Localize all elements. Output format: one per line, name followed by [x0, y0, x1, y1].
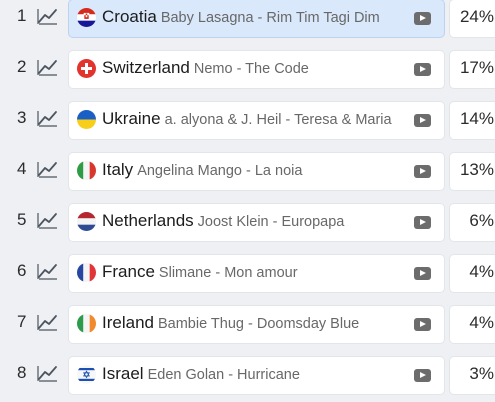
trend-chart-icon[interactable] — [37, 364, 59, 382]
artist-song: Eden Golan - Hurricane — [147, 367, 300, 383]
entry-label: Switzerland Nemo - The Code — [102, 58, 396, 78]
video-play-icon[interactable] — [414, 12, 431, 25]
country-name: Netherlands — [102, 211, 194, 230]
artist-song: Baby Lasagna - Rim Tim Tagi Dim — [160, 10, 380, 26]
rank-number: 6 — [17, 261, 27, 280]
trend-chart-icon[interactable] — [37, 58, 59, 76]
italy-flag-icon — [77, 161, 96, 180]
video-play-icon[interactable] — [414, 165, 431, 178]
croatia-flag-icon — [77, 8, 96, 27]
rank-number: 4 — [17, 159, 27, 178]
ireland-flag-icon — [77, 314, 96, 333]
percent-box: 3% — [450, 357, 495, 394]
netherlands-flag-icon — [77, 212, 96, 231]
percent-box: 6% — [450, 204, 495, 241]
video-play-icon[interactable] — [414, 267, 431, 280]
entry-label: Italy Angelina Mango - La noia — [102, 160, 396, 180]
percent-box: 4% — [450, 255, 495, 292]
country-name: Ukraine — [102, 109, 161, 128]
video-play-icon[interactable] — [414, 63, 431, 76]
country-entry-card[interactable]: Croatia Baby Lasagna - Rim Tim Tagi Dim — [69, 0, 444, 37]
country-name: Ireland — [102, 313, 154, 332]
entry-label: Netherlands Joost Klein - Europapa — [102, 211, 396, 231]
percent-box: 13% — [450, 153, 495, 190]
country-entry-card[interactable]: Italy Angelina Mango - La noia — [69, 153, 444, 190]
artist-song: Nemo - The Code — [193, 61, 309, 77]
trend-chart-icon[interactable] — [37, 313, 59, 331]
artist-song: Joost Klein - Europapa — [197, 214, 345, 230]
trend-chart-icon[interactable] — [37, 211, 59, 229]
win-percent: 24% — [459, 7, 494, 26]
odds-row: 8 Israel Eden Golan - Hurricane 3% — [0, 357, 495, 401]
country-name: Switzerland — [102, 58, 190, 77]
percent-box: 24% — [450, 0, 495, 37]
odds-row: 7 Ireland Bambie Thug - Doomsday Blue 4% — [0, 306, 495, 350]
rank-number: 1 — [17, 6, 27, 25]
country-entry-card[interactable]: France Slimane - Mon amour — [69, 255, 444, 292]
country-name: Italy — [102, 160, 134, 179]
country-entry-card[interactable]: Ireland Bambie Thug - Doomsday Blue — [69, 306, 444, 343]
trend-chart-icon[interactable] — [37, 160, 59, 178]
odds-row: 3 Ukraine a. alyona & J. Heil - Teresa & M… — [0, 102, 495, 146]
country-name: Croatia — [102, 7, 157, 26]
video-play-icon[interactable] — [414, 114, 431, 127]
country-entry-card[interactable]: Ukraine a. alyona & J. Heil - Teresa & Ma… — [69, 102, 444, 139]
rank-number: 5 — [17, 210, 27, 229]
trend-chart-icon[interactable] — [37, 7, 59, 25]
odds-row: 1 Croatia Baby Lasagna - Rim Tim Tagi Dim 2… — [0, 0, 495, 44]
win-percent: 3% — [469, 364, 494, 383]
country-name: Israel — [102, 364, 144, 383]
rank-number: 8 — [17, 363, 27, 382]
percent-box: 14% — [450, 102, 495, 139]
video-play-icon[interactable] — [414, 216, 431, 229]
rank-number: 7 — [17, 312, 27, 331]
percent-box: 17% — [450, 51, 495, 88]
win-percent: 4% — [469, 262, 494, 281]
odds-row: 2 Switzerland Nemo - The Code 17% — [0, 51, 495, 95]
artist-song: Slimane - Mon amour — [158, 265, 298, 281]
entry-label: Ireland Bambie Thug - Doomsday Blue — [102, 313, 396, 333]
rank-number: 2 — [17, 57, 27, 76]
percent-box: 4% — [450, 306, 495, 343]
odds-row: 6 France Slimane - Mon amour 4% — [0, 255, 495, 299]
artist-song: a. alyona & J. Heil - Teresa & Maria — [164, 112, 392, 128]
ukraine-flag-icon — [77, 110, 96, 129]
video-play-icon[interactable] — [414, 318, 431, 331]
entry-label: Israel Eden Golan - Hurricane — [102, 364, 396, 384]
entry-label: France Slimane - Mon amour — [102, 262, 396, 282]
israel-flag-icon — [77, 365, 96, 384]
artist-song: Bambie Thug - Doomsday Blue — [157, 316, 360, 332]
win-percent: 14% — [459, 109, 494, 128]
artist-song: Angelina Mango - La noia — [137, 163, 303, 179]
video-play-icon[interactable] — [414, 369, 431, 382]
odds-row: 5 Netherlands Joost Klein - Europapa 6% — [0, 204, 495, 248]
win-percent: 13% — [459, 160, 494, 179]
country-entry-card[interactable]: Netherlands Joost Klein - Europapa — [69, 204, 444, 241]
country-entry-card[interactable]: Israel Eden Golan - Hurricane — [69, 357, 444, 394]
win-percent: 17% — [459, 58, 494, 77]
trend-chart-icon[interactable] — [37, 262, 59, 280]
rank-number: 3 — [17, 108, 27, 127]
entry-label: Croatia Baby Lasagna - Rim Tim Tagi Dim — [102, 7, 396, 27]
win-percent: 6% — [469, 211, 494, 230]
trend-chart-icon[interactable] — [37, 109, 59, 127]
country-name: France — [102, 262, 155, 281]
switzerland-flag-icon — [77, 59, 96, 78]
france-flag-icon — [77, 263, 96, 282]
odds-row: 4 Italy Angelina Mango - La noia 13% — [0, 153, 495, 197]
entry-label: Ukraine a. alyona & J. Heil - Teresa & Ma… — [102, 109, 396, 129]
win-percent: 4% — [469, 313, 494, 332]
country-entry-card[interactable]: Switzerland Nemo - The Code — [69, 51, 444, 88]
